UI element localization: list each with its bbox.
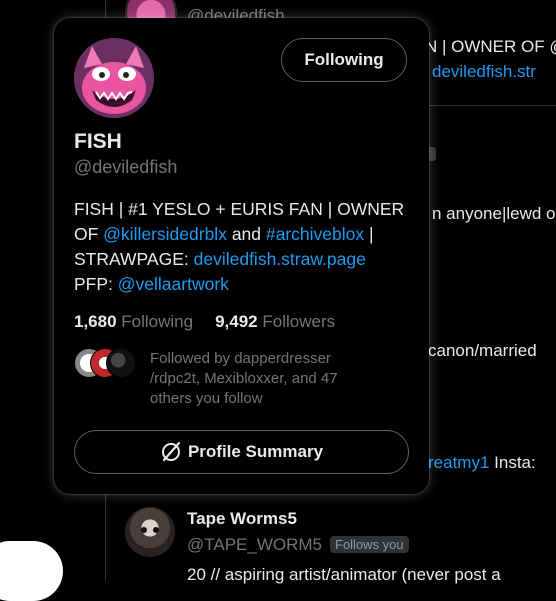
profile-name[interactable]: FISH <box>74 130 122 154</box>
background-text: Insta: <box>494 453 536 472</box>
mention-link[interactable]: @killersidedrblx <box>103 224 227 244</box>
follow-stats: 1,680 Following 9,492 Followers <box>74 312 335 332</box>
hashtag-link[interactable]: #archiveblox <box>266 224 364 244</box>
followers-stat[interactable]: 9,492 Followers <box>215 312 335 331</box>
followed-by-text[interactable]: Followed by dapperdresser /rdpc2t, Mexib… <box>150 349 380 409</box>
avatar <box>106 348 136 378</box>
floating-button[interactable] <box>0 541 63 601</box>
website-link[interactable]: deviledfish.straw.page <box>194 249 366 269</box>
mention-link[interactable]: @vellaartwork <box>118 274 229 294</box>
following-button[interactable]: Following <box>281 38 407 82</box>
following-stat[interactable]: 1,680 Following <box>74 312 193 331</box>
avatar[interactable] <box>125 507 175 557</box>
user-name[interactable]: Tape Worms5 <box>187 509 297 529</box>
profile-hover-card: Following FISH @deviledfish FISH | #1 YE… <box>54 18 429 494</box>
fish-avatar-icon <box>74 38 154 118</box>
grok-icon <box>161 441 181 462</box>
profile-bio: FISH | #1 YESLO + EURIS FAN | OWNER OF @… <box>74 199 405 294</box>
avatar[interactable] <box>74 38 154 118</box>
profile-summary-button[interactable]: Profile Summary <box>74 430 409 474</box>
background-link[interactable]: deviledfish.str <box>432 62 536 82</box>
background-text: n anyone|lewd o <box>432 204 556 223</box>
profile-summary-label: Profile Summary <box>187 442 324 461</box>
background-text: canon/married <box>428 341 537 360</box>
user-handle[interactable]: @TAPE_WORM5 <box>187 535 322 555</box>
background-link[interactable]: reatmy1 <box>428 453 489 472</box>
background-bio-fragment: N | OWNER OF @ <box>425 37 556 56</box>
user-bio: 20 // aspiring artist/animator (never po… <box>187 565 501 584</box>
followed-by-avatars[interactable] <box>74 348 136 378</box>
follows-you-badge: Follows you <box>330 536 409 553</box>
profile-handle[interactable]: @deviledfish <box>74 157 177 178</box>
